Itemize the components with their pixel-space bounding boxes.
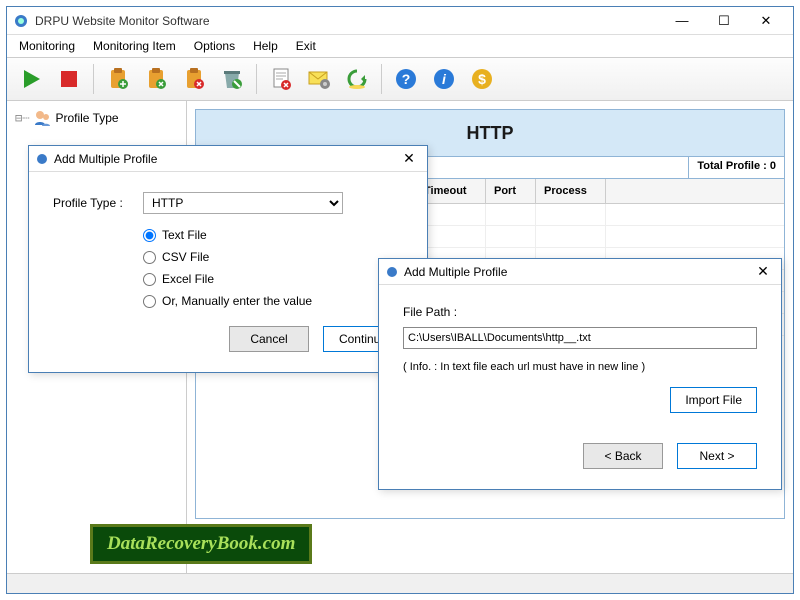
toolbar-separator [93, 64, 94, 94]
menu-exit[interactable]: Exit [288, 37, 324, 55]
next-button[interactable]: Next > [677, 443, 757, 469]
radio-excel-file[interactable]: Excel File [143, 272, 403, 286]
profile-icon [33, 109, 51, 127]
clipboard-delete-button[interactable] [176, 61, 212, 97]
menu-help[interactable]: Help [245, 37, 286, 55]
radio-manual[interactable]: Or, Manually enter the value [143, 294, 403, 308]
col-port[interactable]: Port [486, 179, 536, 203]
document-error-button[interactable] [263, 61, 299, 97]
profile-type-label: Profile Type : [53, 196, 143, 210]
dialog-title: Add Multiple Profile [404, 265, 751, 279]
menubar: Monitoring Monitoring Item Options Help … [7, 35, 793, 57]
dialog-buttons: Cancel Continue [53, 326, 403, 352]
tree-root-label: Profile Type [55, 111, 118, 125]
info-button[interactable]: i [426, 61, 462, 97]
mail-settings-button[interactable] [301, 61, 337, 97]
dialog-body: Profile Type : HTTP Text File CSV File E… [29, 172, 427, 372]
statusbar [7, 573, 793, 593]
titlebar: DRPU Website Monitor Software — ☐ ✕ [7, 7, 793, 35]
radio-text-file-input[interactable] [143, 229, 156, 242]
purchase-button[interactable]: $ [464, 61, 500, 97]
file-path-input[interactable] [403, 327, 757, 349]
dialog-close-button[interactable]: ✕ [397, 150, 421, 167]
radio-manual-input[interactable] [143, 295, 156, 308]
menu-monitoring[interactable]: Monitoring [11, 37, 83, 55]
help-button[interactable]: ? [388, 61, 424, 97]
window-title: DRPU Website Monitor Software [35, 14, 661, 28]
refresh-button[interactable] [339, 61, 375, 97]
cancel-button[interactable]: Cancel [229, 326, 309, 352]
dialog-icon [35, 152, 49, 166]
toolbar: ? i $ [7, 57, 793, 101]
dialog-titlebar: Add Multiple Profile ✕ [29, 146, 427, 172]
back-button[interactable]: < Back [583, 443, 663, 469]
add-profile-dialog-2: Add Multiple Profile ✕ File Path : ( Inf… [378, 258, 782, 490]
tree-expand-icon[interactable]: ⊟┈ [15, 111, 29, 125]
trash-button[interactable] [214, 61, 250, 97]
source-radio-group: Text File CSV File Excel File Or, Manual… [143, 228, 403, 308]
stop-button[interactable] [51, 61, 87, 97]
tree-root[interactable]: ⊟┈ Profile Type [13, 107, 180, 129]
menu-monitoring-item[interactable]: Monitoring Item [85, 37, 184, 55]
minimize-button[interactable]: — [661, 9, 703, 33]
svg-text:$: $ [478, 71, 486, 87]
toolbar-separator [381, 64, 382, 94]
radio-excel-file-input[interactable] [143, 273, 156, 286]
dialog-icon [385, 265, 399, 279]
window-buttons: — ☐ ✕ [661, 9, 787, 33]
svg-text:?: ? [402, 71, 411, 87]
radio-csv-file-input[interactable] [143, 251, 156, 264]
radio-text-file[interactable]: Text File [143, 228, 403, 242]
col-process[interactable]: Process [536, 179, 606, 203]
wizard-buttons: < Back Next > [403, 443, 757, 469]
dialog-close-button[interactable]: ✕ [751, 263, 775, 280]
toolbar-separator [256, 64, 257, 94]
maximize-button[interactable]: ☐ [703, 9, 745, 33]
status-total: Total Profile : 0 [689, 157, 784, 178]
radio-csv-file[interactable]: CSV File [143, 250, 403, 264]
clipboard-add-button[interactable] [100, 61, 136, 97]
info-note: ( Info. : In text file each url must hav… [403, 361, 757, 373]
menu-options[interactable]: Options [186, 37, 243, 55]
profile-type-select[interactable]: HTTP [143, 192, 343, 214]
clipboard-edit-button[interactable] [138, 61, 174, 97]
file-path-label: File Path : [403, 305, 757, 319]
close-button[interactable]: ✕ [745, 9, 787, 33]
dialog-title: Add Multiple Profile [54, 152, 397, 166]
dialog-titlebar: Add Multiple Profile ✕ [379, 259, 781, 285]
app-icon [13, 13, 29, 29]
dialog-body: File Path : ( Info. : In text file each … [379, 285, 781, 489]
add-profile-dialog-1: Add Multiple Profile ✕ Profile Type : HT… [28, 145, 428, 373]
profile-type-row: Profile Type : HTTP [53, 192, 403, 214]
import-file-button[interactable]: Import File [670, 387, 757, 413]
protocol-title: HTTP [467, 123, 514, 144]
watermark: DataRecoveryBook.com [90, 524, 312, 564]
play-button[interactable] [13, 61, 49, 97]
